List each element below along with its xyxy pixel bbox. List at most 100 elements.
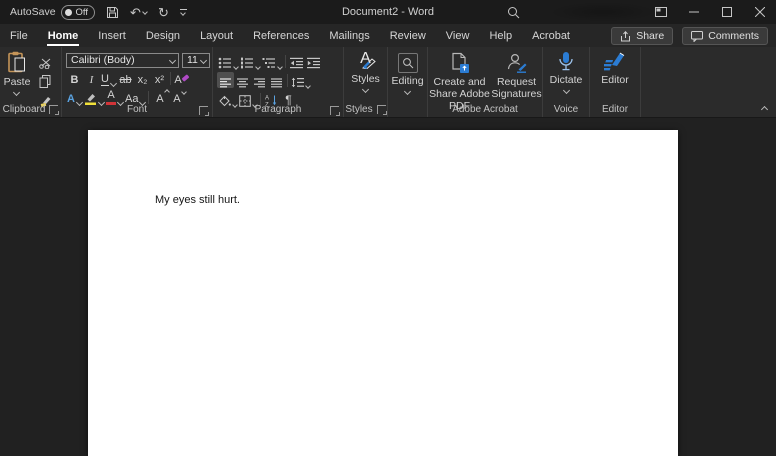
strikethrough-button[interactable]: ab — [117, 70, 134, 86]
editing-label: Editing — [391, 75, 424, 87]
editor-button[interactable]: Editor — [590, 51, 640, 86]
share-label: Share — [636, 30, 665, 42]
comments-button[interactable]: Comments — [682, 27, 768, 45]
copy-button[interactable] — [37, 72, 54, 88]
cut-button[interactable] — [37, 53, 54, 69]
align-left-button[interactable] — [217, 72, 234, 88]
tab-file[interactable]: File — [0, 24, 38, 47]
chevron-down-icon — [180, 10, 187, 16]
tab-acrobat[interactable]: Acrobat — [522, 24, 580, 47]
font-color-glyph: A — [106, 90, 116, 105]
styles-dropdown-icon[interactable] — [361, 86, 370, 94]
divider — [170, 71, 171, 85]
shrink-font-button[interactable]: A — [168, 89, 188, 105]
document-page[interactable]: My eyes still hurt. — [88, 130, 678, 456]
align-right-button[interactable] — [251, 72, 268, 88]
redacted-user-area — [548, 2, 658, 22]
grow-font-button[interactable]: A — [151, 89, 171, 105]
group-voice: Dictate Voice — [543, 47, 590, 117]
font-dialog-launcher[interactable] — [199, 106, 209, 116]
underline-button[interactable]: U — [100, 70, 118, 88]
line-spacing-button[interactable] — [290, 72, 311, 89]
bold-button[interactable]: B — [66, 70, 83, 86]
save-button[interactable] — [106, 6, 119, 19]
autosave-state: Off — [75, 6, 89, 18]
line-spacing-dropdown-icon[interactable] — [305, 83, 311, 89]
save-icon — [107, 6, 119, 18]
paragraph-dialog-launcher[interactable] — [330, 106, 340, 116]
minimize-button[interactable] — [677, 0, 710, 24]
redo-button[interactable]: ↻ — [158, 6, 169, 19]
group-editing: Editing — [388, 47, 428, 117]
ribbon-display-options-icon — [654, 7, 667, 17]
align-left-icon — [219, 78, 231, 88]
tab-home[interactable]: Home — [38, 24, 89, 47]
editor-group-footer: Editor — [590, 104, 640, 115]
request-signatures-icon — [507, 53, 526, 73]
editor-icon — [604, 52, 625, 71]
ribbon-display-options-button[interactable] — [644, 0, 677, 24]
font-color-button[interactable]: A — [105, 89, 125, 107]
underline-dropdown-icon[interactable] — [109, 79, 118, 88]
dictate-dropdown-icon[interactable] — [562, 87, 570, 95]
bullets-dropdown-icon[interactable] — [233, 64, 239, 70]
multilevel-dropdown-icon[interactable] — [277, 64, 283, 70]
clipboard-group-footer: Clipboard — [0, 104, 61, 115]
paste-dropdown-icon[interactable] — [13, 89, 21, 97]
text-effects-button[interactable]: A — [66, 89, 84, 107]
document-body-text[interactable]: My eyes still hurt. — [155, 194, 240, 206]
ribbon-empty-space — [641, 47, 776, 117]
decrease-indent-button[interactable] — [288, 53, 305, 69]
numbering-button[interactable] — [239, 53, 261, 70]
clear-formatting-button[interactable]: A — [173, 70, 190, 86]
tab-review[interactable]: Review — [380, 24, 436, 47]
document-canvas[interactable]: My eyes still hurt. — [0, 118, 776, 456]
ribbon: Paste Clipboard Calibri (Body) 11 B I U … — [0, 47, 776, 118]
change-case-button[interactable]: Aa — [124, 89, 147, 107]
subscript-button[interactable]: x₂ — [134, 70, 151, 86]
tab-help[interactable]: Help — [479, 24, 522, 47]
tab-layout[interactable]: Layout — [190, 24, 243, 47]
justify-icon — [270, 78, 282, 88]
italic-button[interactable]: I — [83, 70, 100, 86]
increase-indent-button[interactable] — [305, 53, 322, 69]
maximize-button[interactable] — [710, 0, 743, 24]
editing-dropdown-icon[interactable] — [403, 88, 412, 96]
styles-button[interactable]: A Styles — [344, 51, 387, 94]
tab-mailings[interactable]: Mailings — [319, 24, 379, 47]
editing-button[interactable]: Editing — [388, 51, 427, 96]
clipboard-dialog-launcher[interactable] — [49, 105, 60, 115]
redo-icon: ↻ — [157, 4, 169, 20]
customize-quick-access-button[interactable] — [179, 9, 187, 16]
text-highlight-button[interactable] — [83, 89, 106, 107]
align-center-icon — [236, 78, 248, 88]
font-size-combobox[interactable]: 11 — [182, 52, 210, 68]
search-button[interactable] — [505, 5, 521, 19]
font-family-combobox[interactable]: Calibri (Body) — [66, 52, 179, 68]
align-right-icon — [253, 78, 265, 88]
cut-icon — [38, 58, 50, 69]
align-center-button[interactable] — [234, 72, 251, 88]
close-button[interactable] — [743, 0, 776, 24]
undo-button[interactable]: ↶ — [130, 6, 148, 19]
tab-references[interactable]: References — [243, 24, 319, 47]
font-size-value: 11 — [187, 54, 198, 66]
superscript-button[interactable]: x² — [151, 70, 168, 86]
share-button[interactable]: Share — [611, 27, 674, 45]
dictate-button[interactable]: Dictate — [543, 51, 589, 95]
numbering-dropdown-icon[interactable] — [255, 64, 261, 70]
voice-group-label: Voice — [553, 104, 579, 115]
multilevel-list-button[interactable] — [261, 53, 283, 70]
tab-design[interactable]: Design — [136, 24, 190, 47]
bullets-button[interactable] — [217, 53, 239, 70]
autosave-toggle[interactable]: Off — [60, 4, 96, 20]
paste-label: Paste — [3, 76, 31, 88]
group-clipboard: Paste Clipboard — [0, 47, 62, 117]
styles-dialog-launcher[interactable] — [376, 105, 387, 115]
tab-insert[interactable]: Insert — [88, 24, 136, 47]
tab-view[interactable]: View — [436, 24, 480, 47]
adobe-group-label: Adobe Acrobat — [452, 104, 518, 115]
justify-button[interactable] — [268, 72, 285, 88]
numbering-icon — [241, 57, 253, 69]
undo-dropdown-icon[interactable] — [142, 9, 148, 15]
